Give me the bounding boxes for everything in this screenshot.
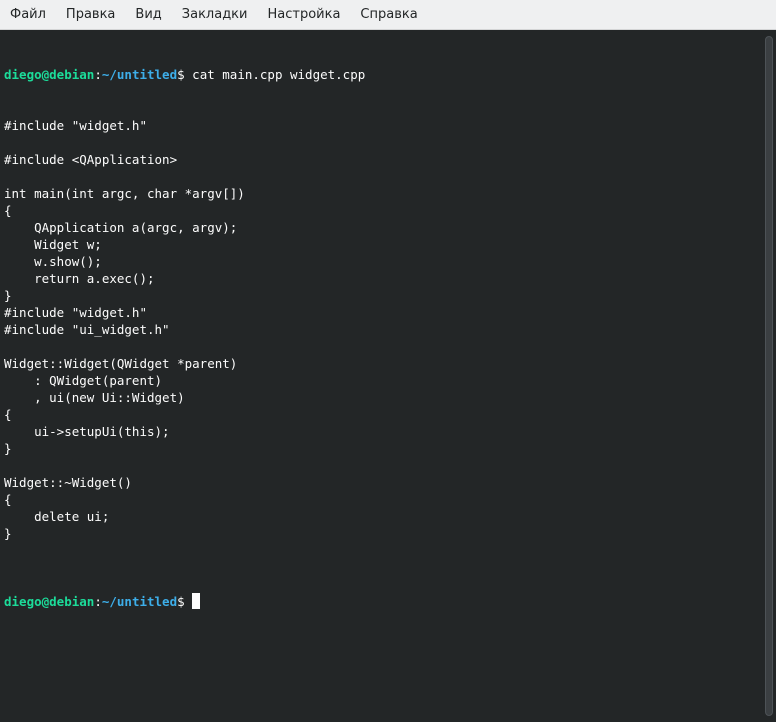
menu-bookmarks[interactable]: Закладки	[172, 0, 258, 30]
command-output: #include "widget.h" #include <QApplicatio…	[4, 117, 762, 559]
output-line: #include <QApplication>	[4, 152, 178, 167]
output-line: #include "widget.h"	[4, 118, 147, 133]
output-line: : QWidget(parent)	[4, 373, 163, 388]
prompt-dollar: $	[177, 594, 185, 609]
prompt-path: ~/untitled	[101, 67, 178, 82]
menu-file[interactable]: Файл	[0, 0, 56, 30]
output-line: #include "ui_widget.h"	[4, 322, 170, 337]
output-line: w.show();	[4, 254, 102, 269]
terminal-window: Файл Правка Вид Закладки Настройка Справ…	[0, 0, 776, 722]
scrollbar-thumb[interactable]	[765, 36, 773, 716]
command-line: diego@debian:~/untitled$ cat main.cpp wi…	[4, 66, 762, 83]
output-line: {	[4, 492, 12, 507]
menu-edit[interactable]: Правка	[56, 0, 125, 30]
terminal-output[interactable]: diego@debian:~/untitled$ cat main.cpp wi…	[0, 30, 762, 722]
output-line: int main(int argc, char *argv[])	[4, 186, 245, 201]
output-line: delete ui;	[4, 509, 110, 524]
prompt-path: ~/untitled	[101, 594, 178, 609]
menu-bar: Файл Правка Вид Закладки Настройка Справ…	[0, 0, 776, 30]
output-line: {	[4, 203, 12, 218]
prompt-colon: :	[94, 67, 102, 82]
output-line: }	[4, 441, 12, 456]
output-line: ui->setupUi(this);	[4, 424, 170, 439]
output-line: Widget::Widget(QWidget *parent)	[4, 356, 238, 371]
output-line: QApplication a(argc, argv);	[4, 220, 238, 235]
output-line: , ui(new Ui::Widget)	[4, 390, 185, 405]
vertical-scrollbar[interactable]	[762, 30, 776, 722]
menu-view[interactable]: Вид	[125, 0, 171, 30]
active-prompt-line[interactable]: diego@debian:~/untitled$	[4, 593, 762, 610]
menu-help[interactable]: Справка	[350, 0, 427, 30]
output-line: }	[4, 288, 12, 303]
text-cursor	[192, 593, 201, 609]
output-line: Widget::~Widget()	[4, 475, 132, 490]
prompt-user-host: diego@debian	[4, 67, 95, 82]
command-text: cat main.cpp widget.cpp	[184, 67, 366, 82]
output-line: #include "widget.h"	[4, 305, 147, 320]
output-line: {	[4, 407, 12, 422]
output-line: }	[4, 526, 12, 541]
prompt-dollar: $	[177, 67, 185, 82]
prompt-colon: :	[94, 594, 102, 609]
menu-settings[interactable]: Настройка	[257, 0, 350, 30]
output-line: Widget w;	[4, 237, 102, 252]
output-line: return a.exec();	[4, 271, 155, 286]
prompt-user-host: diego@debian	[4, 594, 95, 609]
